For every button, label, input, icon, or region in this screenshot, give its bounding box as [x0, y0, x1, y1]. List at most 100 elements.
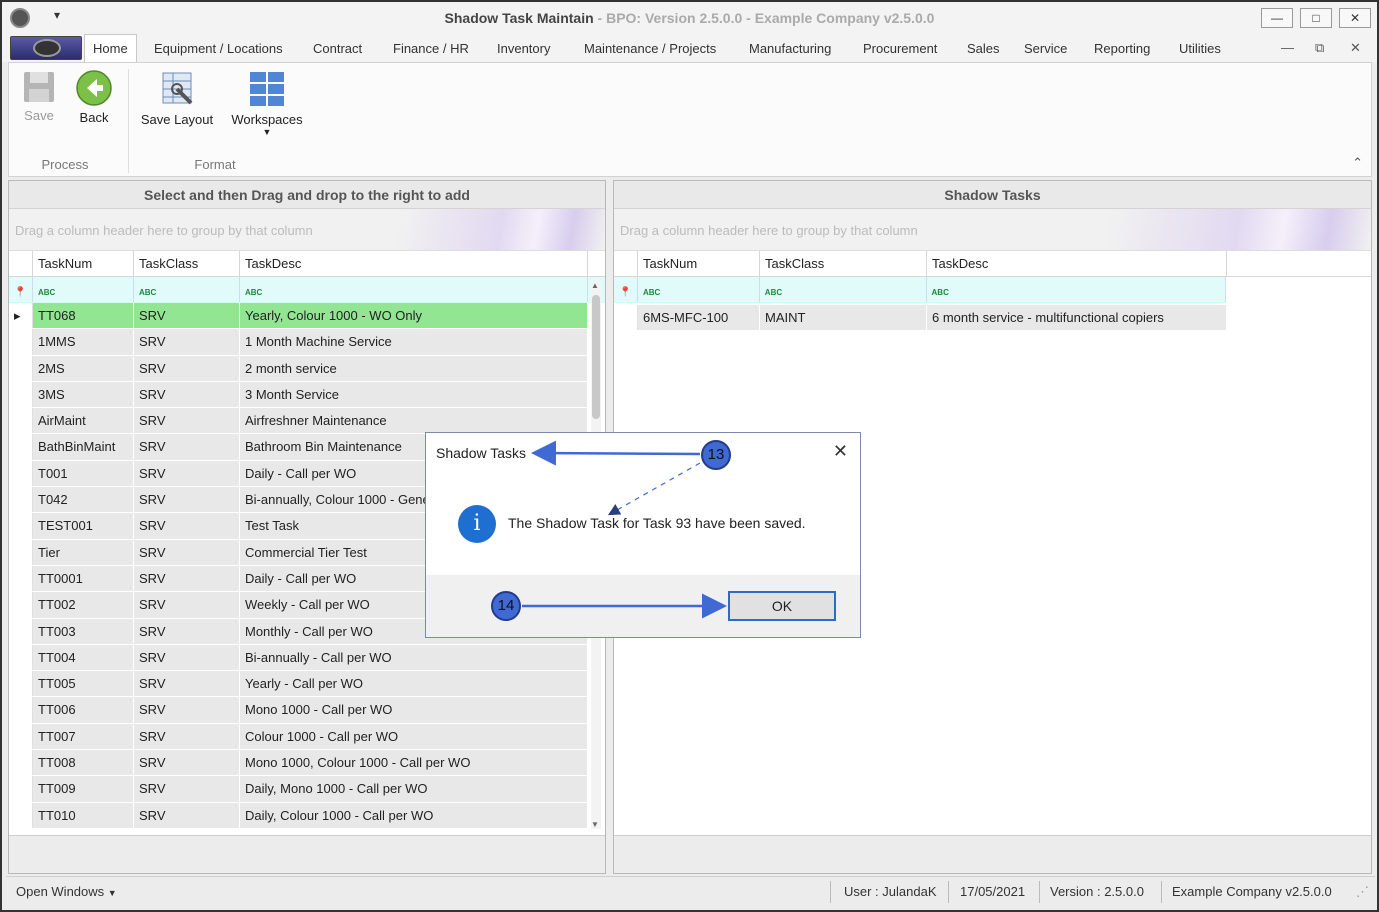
- text-filter-icon: ABC: [38, 288, 56, 297]
- column-header-tasknum[interactable]: TaskNum: [33, 251, 134, 276]
- maximize-button[interactable]: □: [1300, 8, 1332, 28]
- status-user: User : JulandaK: [844, 884, 937, 899]
- left-scroll-thumb[interactable]: [592, 295, 600, 419]
- row-indicator[interactable]: [9, 513, 33, 539]
- window-title: Shadow Task Maintain - BPO: Version 2.5.…: [2, 10, 1377, 26]
- cell-tasknum: TEST001: [33, 513, 134, 539]
- back-button[interactable]: Back: [71, 69, 117, 125]
- tab-inventory[interactable]: Inventory: [497, 41, 550, 56]
- row-indicator[interactable]: [9, 802, 33, 828]
- table-row[interactable]: 3MS SRV 3 Month Service: [9, 381, 589, 409]
- row-indicator[interactable]: [9, 592, 33, 618]
- scroll-down-icon[interactable]: ▼: [591, 820, 599, 829]
- tab-manufacturing[interactable]: Manufacturing: [749, 41, 831, 56]
- mdi-close-button[interactable]: ✕: [1350, 40, 1361, 56]
- close-button[interactable]: ✕: [1339, 8, 1371, 28]
- application-menu-button[interactable]: [10, 36, 82, 60]
- row-indicator[interactable]: [9, 434, 33, 460]
- open-windows-button[interactable]: Open Windows ▼: [16, 884, 117, 899]
- tab-utilities[interactable]: Utilities: [1179, 41, 1221, 56]
- open-windows-label: Open Windows: [16, 884, 105, 899]
- title-bar: ▾ Shadow Task Maintain - BPO: Version 2.…: [2, 2, 1377, 34]
- table-row[interactable]: TT010 SRV Daily, Colour 1000 - Call per WO: [9, 802, 589, 829]
- dialog-message: The Shadow Task for Task 93 have been sa…: [508, 515, 806, 531]
- table-row[interactable]: 2MS SRV 2 month service: [9, 355, 589, 382]
- ok-button[interactable]: OK: [728, 591, 836, 621]
- scroll-up-icon[interactable]: ▲: [591, 281, 599, 290]
- cell-taskclass: SRV: [134, 697, 240, 723]
- row-indicator[interactable]: ▸: [9, 303, 33, 329]
- left-group-by-area[interactable]: Drag a column header here to group by th…: [9, 209, 605, 251]
- tab-maintenance-projects[interactable]: Maintenance / Projects: [584, 41, 716, 56]
- minimize-button[interactable]: —: [1261, 8, 1293, 28]
- filter-taskclass[interactable]: ABC: [134, 277, 240, 302]
- status-separator: [830, 881, 831, 903]
- mdi-minimize-button[interactable]: —: [1281, 40, 1294, 55]
- row-indicator[interactable]: [9, 329, 33, 355]
- row-indicator[interactable]: [9, 487, 33, 513]
- tab-equipment-locations[interactable]: Equipment / Locations: [154, 41, 283, 56]
- table-row[interactable]: TT007 SRV Colour 1000 - Call per WO: [9, 723, 589, 751]
- table-row[interactable]: 6MS-MFC-100 MAINT 6 month service - multif…: [614, 305, 1227, 332]
- row-indicator[interactable]: [9, 539, 33, 565]
- filter-pin-icon: 📍: [614, 277, 638, 302]
- row-indicator[interactable]: [9, 644, 33, 671]
- resize-grip-icon[interactable]: ⋰: [1356, 884, 1369, 900]
- row-indicator[interactable]: [9, 697, 33, 723]
- row-indicator[interactable]: [9, 460, 33, 487]
- table-row[interactable]: TT008 SRV Mono 1000, Colour 1000 - Call pe…: [9, 750, 589, 777]
- row-indicator[interactable]: [9, 723, 33, 750]
- row-indicator[interactable]: [9, 381, 33, 408]
- column-header-tasknum[interactable]: TaskNum: [638, 251, 760, 276]
- mdi-restore-button[interactable]: ⧉: [1315, 40, 1324, 56]
- save-icon: [24, 72, 54, 102]
- window-subtitle: - BPO: Version 2.5.0.0 - Example Company…: [593, 10, 935, 26]
- row-indicator[interactable]: [9, 355, 33, 381]
- save-layout-button[interactable]: Save Layout: [137, 69, 217, 127]
- column-header-taskdesc[interactable]: TaskDesc: [927, 251, 1227, 276]
- tab-reporting[interactable]: Reporting: [1094, 41, 1150, 56]
- column-header-taskclass[interactable]: TaskClass: [134, 251, 240, 276]
- table-row[interactable]: TT009 SRV Daily, Mono 1000 - Call per WO: [9, 776, 589, 803]
- collapse-ribbon-icon[interactable]: ⌃: [1352, 155, 1363, 171]
- tab-sales[interactable]: Sales: [967, 41, 1000, 56]
- tab-finance-hr[interactable]: Finance / HR: [393, 41, 469, 56]
- workspaces-button[interactable]: Workspaces ▼: [229, 69, 305, 137]
- cell-taskclass: SRV: [134, 723, 240, 750]
- save-button[interactable]: Save: [17, 69, 61, 123]
- column-header-taskclass[interactable]: TaskClass: [760, 251, 927, 276]
- cell-tasknum: TT009: [33, 776, 134, 802]
- row-indicator[interactable]: [9, 750, 33, 776]
- filter-taskdesc[interactable]: ABC: [240, 277, 588, 302]
- ribbon-group-process: Process: [41, 157, 89, 172]
- row-indicator[interactable]: [9, 618, 33, 644]
- row-indicator[interactable]: [9, 671, 33, 697]
- status-version: Version : 2.5.0.0: [1050, 884, 1144, 899]
- right-group-by-area[interactable]: Drag a column header here to group by th…: [614, 209, 1371, 251]
- cell-tasknum: 6MS-MFC-100: [638, 305, 760, 331]
- filter-tasknum[interactable]: ABC: [638, 277, 760, 302]
- row-indicator[interactable]: [9, 408, 33, 434]
- filter-tasknum[interactable]: ABC: [33, 277, 134, 302]
- table-row[interactable]: AirMaint SRV Airfreshner Maintenance: [9, 408, 589, 435]
- cell-tasknum: TT006: [33, 697, 134, 723]
- cell-tasknum: TT068: [33, 303, 134, 329]
- row-indicator[interactable]: [614, 305, 638, 331]
- table-row[interactable]: ▸ TT068 SRV Yearly, Colour 1000 - WO Only: [9, 303, 589, 330]
- column-header-taskdesc[interactable]: TaskDesc: [240, 251, 588, 276]
- table-row[interactable]: TT004 SRV Bi-annually - Call per WO: [9, 644, 589, 672]
- row-indicator[interactable]: [9, 776, 33, 802]
- table-row[interactable]: TT006 SRV Mono 1000 - Call per WO: [9, 697, 589, 724]
- table-row[interactable]: 1MMS SRV 1 Month Machine Service: [9, 329, 589, 356]
- filter-taskdesc[interactable]: ABC: [927, 277, 1226, 302]
- dialog-close-icon[interactable]: ✕: [833, 441, 848, 462]
- filter-taskclass[interactable]: ABC: [760, 277, 927, 302]
- row-indicator[interactable]: [9, 565, 33, 592]
- row-indicator-header: [614, 251, 638, 276]
- tab-procurement[interactable]: Procurement: [863, 41, 937, 56]
- tab-service[interactable]: Service: [1024, 41, 1067, 56]
- tab-contract[interactable]: Contract: [313, 41, 362, 56]
- table-row[interactable]: TT005 SRV Yearly - Call per WO: [9, 671, 589, 698]
- tab-home[interactable]: Home: [84, 34, 137, 62]
- cell-tasknum: 1MMS: [33, 329, 134, 355]
